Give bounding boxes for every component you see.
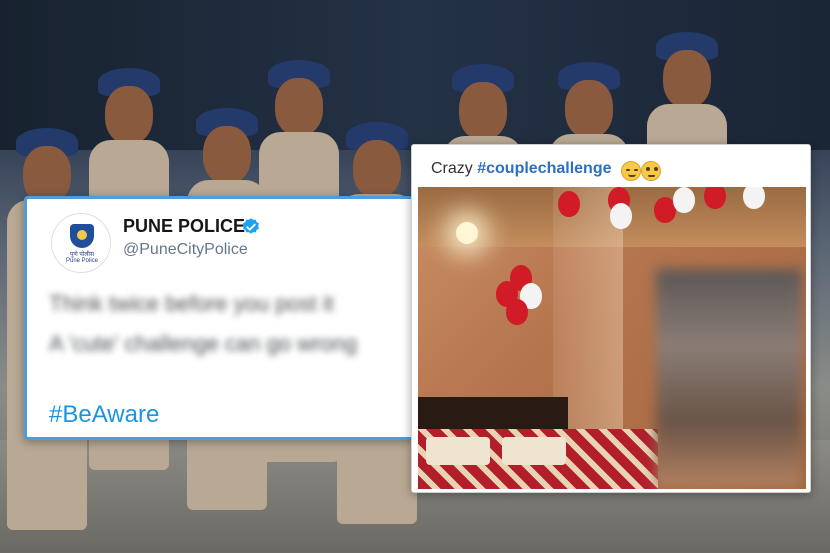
avatar-logo-text: पुणे पोलीस: [69, 252, 95, 258]
police-badge-icon: [70, 224, 94, 248]
verified-badge-icon: [243, 218, 259, 234]
balloon: [506, 299, 528, 325]
post-hashtag-link[interactable]: #couplechallenge: [477, 160, 611, 177]
pillow: [426, 437, 490, 465]
avatar[interactable]: पुणे पोलीस Pune Police: [51, 213, 111, 273]
hashtag-link[interactable]: #BeAware: [49, 401, 159, 429]
tweet-body-blurred: Think twice before you post it: [49, 291, 334, 316]
wall-lamp: [456, 222, 478, 244]
tweet-body-blurred: A 'cute' challenge can go wrong: [49, 331, 358, 356]
post-title: Crazy #couplechallenge: [431, 160, 612, 178]
bedroom-photo: [418, 187, 806, 489]
tweet-display-name[interactable]: PUNE POLICE: [123, 216, 245, 237]
balloon: [610, 203, 632, 229]
balloon: [673, 187, 695, 213]
post-title-text: Crazy: [431, 160, 478, 177]
couple-challenge-post: Crazy #couplechallenge: [411, 144, 811, 493]
blurred-region: [656, 269, 802, 487]
tweet-card: पुणे पोलीस Pune Police PUNE POLICE @Pune…: [24, 196, 416, 440]
avatar-logo-text: Pune Police: [65, 258, 99, 264]
smiling-face-icon: [621, 161, 641, 181]
rolling-eyes-face-icon: [641, 161, 661, 181]
pillow: [502, 437, 566, 465]
balloon: [558, 191, 580, 217]
tweet-handle[interactable]: @PuneCityPolice: [123, 241, 248, 259]
